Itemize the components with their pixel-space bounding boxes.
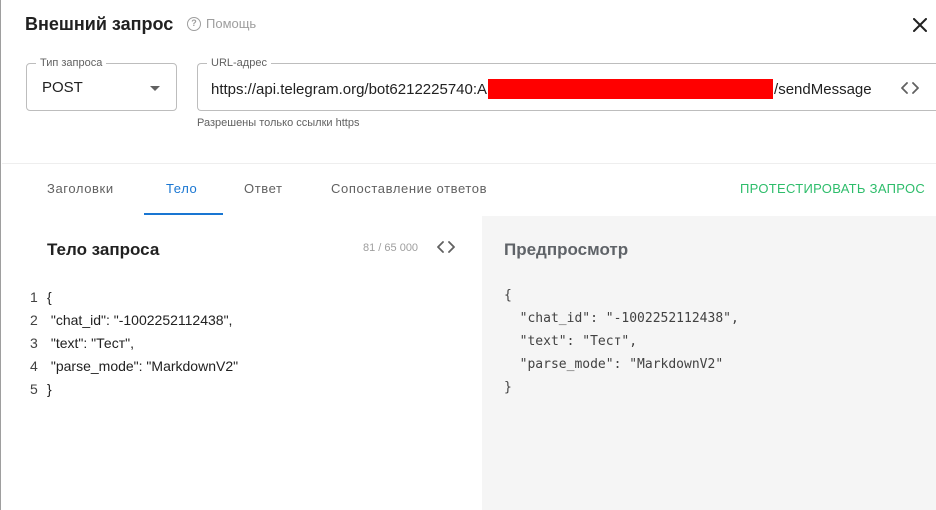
url-prefix: https://api.telegram.org/bot6212225740:A xyxy=(211,80,488,98)
active-tab-indicator xyxy=(144,213,223,215)
help-circle-icon: ? xyxy=(187,16,201,31)
preview-line: { xyxy=(504,288,512,303)
preview-line: "chat_id": "-1002252112438", xyxy=(504,311,739,326)
code-line[interactable]: 5} xyxy=(2,377,482,400)
line-content: "parse_mode": "MarkdownV2" xyxy=(47,357,239,374)
divider xyxy=(2,163,936,164)
test-request-button[interactable]: ПРОТЕСТИРОВАТЬ ЗАПРОС xyxy=(740,181,925,196)
dialog-title: Внешний запрос xyxy=(25,14,174,34)
tab-response[interactable]: Ответ xyxy=(244,181,283,196)
request-method-value: POST xyxy=(42,79,83,96)
code-line[interactable]: 1{ xyxy=(2,285,482,308)
close-button[interactable] xyxy=(907,12,933,38)
request-method-select[interactable]: Тип запроса POST xyxy=(26,56,177,111)
tab-body[interactable]: Тело xyxy=(166,181,197,196)
tab-headers[interactable]: Заголовки xyxy=(47,181,114,196)
chevron-down-icon xyxy=(150,86,160,91)
code-line[interactable]: 4 "parse_mode": "MarkdownV2" xyxy=(2,354,482,377)
line-number: 2 xyxy=(30,311,38,328)
preview-json: { "chat_id": "-1002252112438", "text": "… xyxy=(504,284,739,399)
line-content: { xyxy=(47,288,52,305)
line-content: "text": "Тест", xyxy=(47,334,134,351)
external-request-dialog: Внешний запрос ? Помощь Тип запроса POST… xyxy=(0,0,936,510)
line-number: 4 xyxy=(30,357,38,374)
preview-line: } xyxy=(504,380,512,395)
close-icon xyxy=(913,18,927,32)
url-value[interactable]: https://api.telegram.org/bot6212225740:A… xyxy=(211,79,871,99)
editor-code-toggle[interactable] xyxy=(434,237,458,257)
url-label: URL-адрес xyxy=(207,56,271,70)
code-line[interactable]: 3 "text": "Тест", xyxy=(2,331,482,354)
code-editor[interactable]: 1{ 2 "chat_id": "-1002252112438", 3 "tex… xyxy=(2,285,482,400)
preview-line: "text": "Тест", xyxy=(504,334,638,349)
help-label: Помощь xyxy=(206,16,257,31)
code-brackets-icon xyxy=(901,82,919,94)
line-number: 1 xyxy=(30,288,38,305)
url-code-toggle[interactable] xyxy=(898,76,922,100)
help-link[interactable]: ? Помощь xyxy=(187,16,256,31)
url-hint: Разрешены только ссылки https xyxy=(197,117,360,129)
url-suffix: /sendMessage xyxy=(774,80,872,98)
request-body-editor: Тело запроса 81 / 65 000 1{ 2 "chat_id":… xyxy=(2,216,482,510)
code-line[interactable]: 2 "chat_id": "-1002252112438", xyxy=(2,308,482,331)
editor-title: Тело запроса xyxy=(47,240,160,259)
redacted-token xyxy=(488,79,774,99)
line-number: 3 xyxy=(30,334,38,351)
preview-panel: Предпросмотр { "chat_id": "-100225211243… xyxy=(482,216,936,510)
request-method-label: Тип запроса xyxy=(36,56,107,70)
char-counter: 81 / 65 000 xyxy=(363,242,419,254)
preview-line: "parse_mode": "MarkdownV2" xyxy=(504,357,724,372)
code-brackets-icon xyxy=(437,241,455,253)
preview-title: Предпросмотр xyxy=(504,240,629,259)
line-content: "chat_id": "-1002252112438", xyxy=(47,311,233,328)
line-content: } xyxy=(47,380,52,397)
url-input[interactable]: URL-адрес https://api.telegram.org/bot62… xyxy=(197,56,936,111)
line-number: 5 xyxy=(30,380,38,397)
tab-response-mapping[interactable]: Сопоставление ответов xyxy=(331,181,487,196)
